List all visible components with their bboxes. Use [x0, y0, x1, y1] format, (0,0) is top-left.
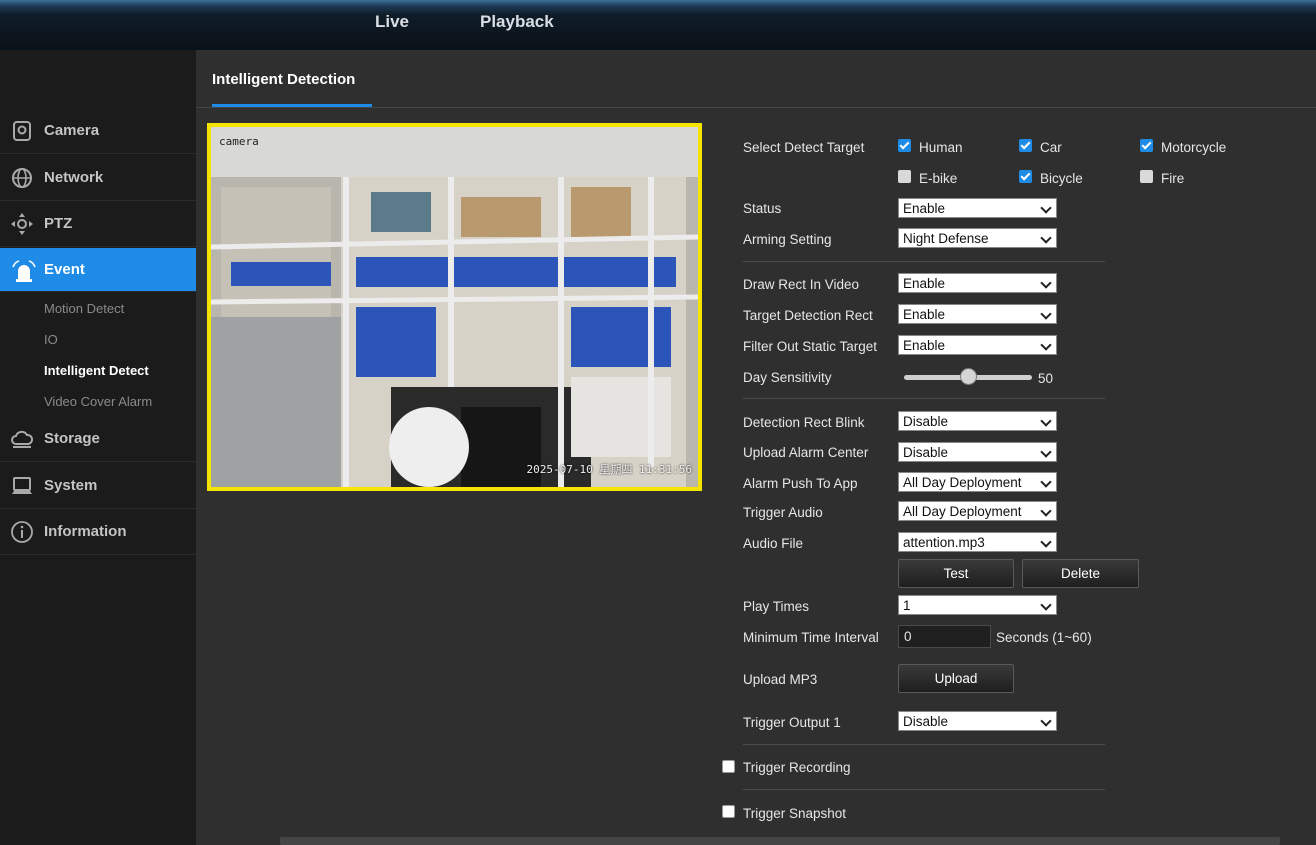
camera-icon	[10, 119, 34, 143]
arming-setting-label: Arming Setting	[743, 232, 832, 247]
globe-icon	[10, 166, 34, 190]
day-sensitivity-label: Day Sensitivity	[743, 370, 832, 385]
motorcycle-checkbox[interactable]	[1140, 139, 1153, 152]
draw-rect-label: Draw Rect In Video	[743, 277, 860, 292]
sidebar-item-ptz[interactable]: PTZ	[0, 201, 196, 247]
draw-rect-select[interactable]: Enable	[898, 273, 1057, 293]
audio-file-label: Audio File	[743, 536, 804, 551]
divider	[743, 398, 1105, 399]
car-label: Car	[1040, 140, 1062, 155]
day-sensitivity-handle[interactable]	[959, 368, 977, 385]
tab-intelligent-detection[interactable]: Intelligent Detection	[212, 71, 355, 88]
target-rect-select[interactable]: Enable	[898, 304, 1057, 324]
status-label: Status	[743, 201, 782, 216]
laptop-icon	[10, 474, 34, 498]
ptz-arrows-icon	[10, 212, 34, 236]
tab-bar: Intelligent Detection	[196, 50, 1316, 108]
divider	[743, 789, 1105, 790]
sidebar-sub-intelligent-detect[interactable]: Intelligent Detect	[44, 363, 149, 378]
status-select[interactable]: Enable	[898, 198, 1057, 218]
test-button[interactable]: Test	[898, 559, 1014, 588]
trigger-audio-select[interactable]: All Day Deployment	[898, 501, 1057, 521]
day-sensitivity-value: 50	[1038, 371, 1054, 386]
sidebar-item-label: Storage	[44, 430, 100, 447]
human-checkbox[interactable]	[898, 139, 911, 152]
upload-alarm-label: Upload Alarm Center	[743, 445, 869, 460]
main-panel: Intelligent Detection camera 2025-07-10 …	[196, 50, 1316, 845]
upload-button[interactable]: Upload	[898, 664, 1014, 693]
min-interval-unit: Seconds (1~60)	[996, 630, 1092, 645]
nav-playback[interactable]: Playback	[480, 12, 554, 32]
trigger-output-select[interactable]: Disable	[898, 711, 1057, 731]
push-app-select[interactable]: All Day Deployment	[898, 472, 1057, 492]
trigger-snapshot-label: Trigger Snapshot	[743, 806, 847, 821]
video-timestamp: 2025-07-10 星期四 11:31:56	[526, 463, 692, 476]
nav-live[interactable]: Live	[375, 12, 409, 32]
trigger-audio-label: Trigger Audio	[743, 505, 823, 520]
target-rect-label: Target Detection Rect	[743, 308, 873, 323]
sidebar-sub-video-cover-alarm[interactable]: Video Cover Alarm	[44, 394, 152, 409]
trigger-recording-checkbox[interactable]	[722, 760, 735, 773]
info-icon	[10, 520, 34, 544]
ebike-label: E-bike	[919, 171, 958, 186]
divider	[743, 744, 1105, 745]
alarm-icon	[10, 259, 36, 283]
sidebar-item-system[interactable]: System	[0, 463, 196, 509]
audio-file-select[interactable]: attention.mp3	[898, 532, 1057, 552]
play-times-label: Play Times	[743, 599, 810, 614]
fire-checkbox[interactable]	[1140, 170, 1153, 183]
sidebar-item-camera[interactable]: Camera	[0, 108, 196, 154]
sidebar-item-event[interactable]: Event	[0, 248, 206, 292]
rect-blink-label: Detection Rect Blink	[743, 415, 865, 430]
sidebar-item-label: Information	[44, 523, 127, 540]
sidebar-sub-io[interactable]: IO	[44, 332, 58, 347]
divider	[743, 261, 1105, 262]
min-interval-input[interactable]: 0	[898, 625, 991, 648]
min-interval-label: Minimum Time Interval	[743, 630, 879, 645]
car-checkbox[interactable]	[1019, 139, 1032, 152]
upload-alarm-select[interactable]: Disable	[898, 442, 1057, 462]
sidebar-item-label: PTZ	[44, 215, 73, 232]
ebike-checkbox[interactable]	[898, 170, 911, 183]
sidebar-item-label: System	[44, 477, 98, 494]
sidebar: Camera Network PTZ Event Motion Detect I…	[0, 50, 206, 845]
trigger-recording-label: Trigger Recording	[743, 760, 851, 775]
push-app-label: Alarm Push To App	[743, 476, 858, 491]
arming-setting-select[interactable]: Night Defense	[898, 228, 1057, 248]
video-channel-label: camera	[219, 135, 259, 148]
play-times-select[interactable]: 1	[898, 595, 1057, 615]
motorcycle-label: Motorcycle	[1161, 140, 1227, 155]
sidebar-item-storage[interactable]: Storage	[0, 416, 196, 462]
filter-static-label: Filter Out Static Target	[743, 339, 878, 354]
video-preview[interactable]: camera 2025-07-10 星期四 11:31:56	[207, 123, 702, 491]
video-frame	[211, 127, 698, 487]
fire-label: Fire	[1161, 171, 1185, 186]
sidebar-item-network[interactable]: Network	[0, 155, 196, 201]
trigger-snapshot-checkbox[interactable]	[722, 805, 735, 818]
upload-mp3-label: Upload MP3	[743, 672, 818, 687]
top-bar: Live Playback	[0, 0, 1316, 50]
sidebar-item-label: Camera	[44, 122, 100, 139]
filter-static-select[interactable]: Enable	[898, 335, 1057, 355]
delete-button[interactable]: Delete	[1022, 559, 1139, 588]
horizontal-scrollbar[interactable]	[280, 837, 1280, 845]
sidebar-item-label: Network	[44, 169, 104, 186]
sidebar-sub-motion-detect[interactable]: Motion Detect	[44, 301, 124, 316]
sidebar-item-label: Event	[44, 261, 85, 278]
sidebar-item-information[interactable]: Information	[0, 509, 196, 555]
select-detect-target-label: Select Detect Target	[743, 140, 865, 155]
trigger-output-label: Trigger Output 1	[743, 715, 841, 730]
tab-underline	[212, 104, 372, 107]
bicycle-checkbox[interactable]	[1019, 170, 1032, 183]
cloud-icon	[10, 427, 34, 451]
rect-blink-select[interactable]: Disable	[898, 411, 1057, 431]
bicycle-label: Bicycle	[1040, 171, 1083, 186]
human-label: Human	[919, 140, 963, 155]
